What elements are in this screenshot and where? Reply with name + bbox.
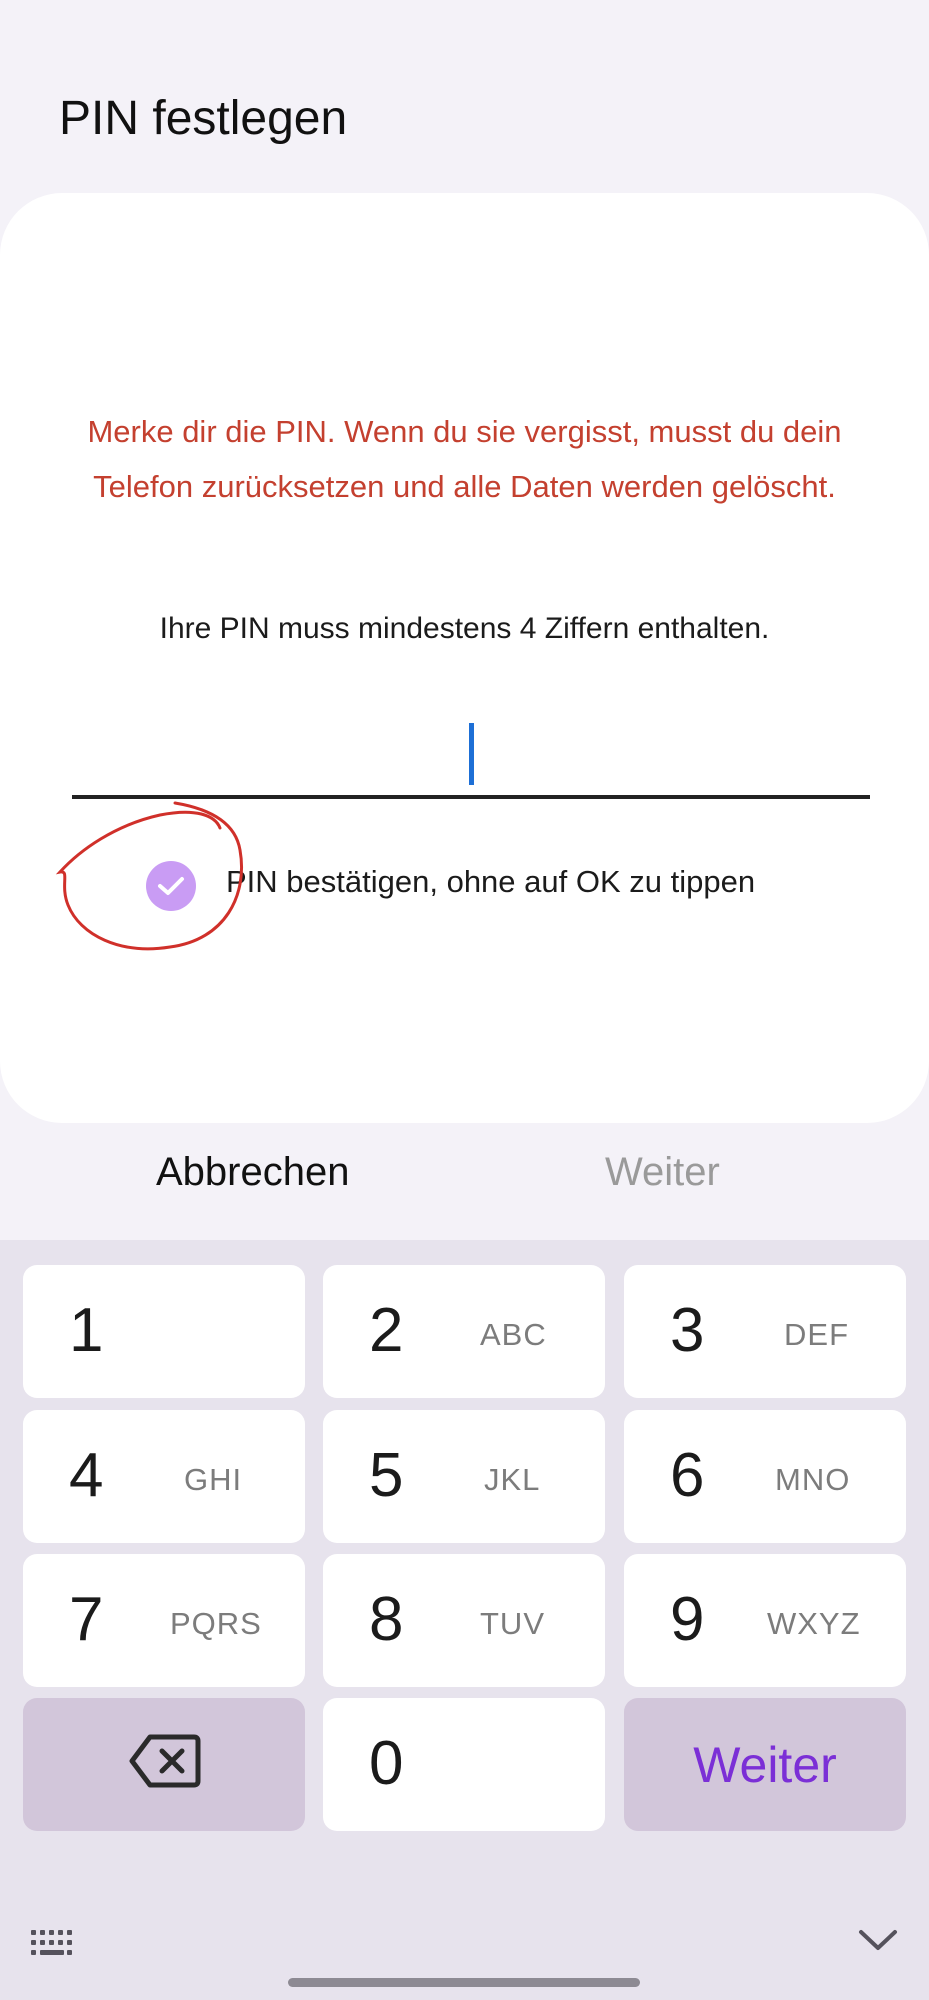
key-6[interactable]: 6 MNO [624,1410,906,1543]
pin-requirement-text: Ihre PIN muss mindestens 4 Ziffern entha… [159,612,770,645]
key-digit: 6 [670,1441,705,1510]
key-4[interactable]: 4 GHI [23,1410,305,1543]
key-letters: JKL [484,1462,541,1497]
warning-text: Merke dir die PIN. Wenn du sie vergisst,… [87,414,842,504]
key-letters: TUV [480,1606,545,1641]
key-digit: 7 [69,1585,104,1654]
key-digit: 4 [69,1441,104,1510]
key-digit: 9 [670,1585,705,1654]
checkmark-icon [158,877,184,895]
key-letters: WXYZ [767,1606,861,1641]
key-digit: 0 [369,1729,404,1798]
pin-input[interactable] [72,700,870,800]
key-5[interactable]: 5 JKL [323,1410,605,1543]
key-digit: 5 [369,1441,404,1510]
text-cursor [469,723,474,785]
home-indicator[interactable] [288,1978,640,1987]
key-1[interactable]: 1 [23,1265,305,1398]
key-8[interactable]: 8 TUV [323,1554,605,1687]
key-0[interactable]: 0 [323,1698,605,1831]
confirm-without-ok-option[interactable]: PIN bestätigen, ohne auf OK zu tippen [140,855,860,917]
keypad-next-key[interactable]: Weiter [624,1698,906,1831]
confirm-checkbox[interactable] [146,861,196,911]
key-digit: 3 [670,1296,705,1365]
key-letters: ABC [480,1317,547,1352]
key-digit: 1 [69,1296,104,1365]
confirm-checkbox-label: PIN bestätigen, ohne auf OK zu tippen [226,864,756,899]
key-letters: GHI [184,1462,243,1497]
key-digit: 2 [369,1296,404,1365]
pin-input-underline [72,795,870,799]
key-2[interactable]: 2 ABC [323,1265,605,1398]
key-letters: MNO [775,1462,851,1497]
next-button[interactable]: Weiter [605,1150,720,1195]
keypad-next-label: Weiter [693,1737,837,1793]
hide-keyboard-chevron-icon[interactable] [858,1928,898,1952]
key-letters: PQRS [170,1606,262,1641]
key-digit: 8 [369,1585,404,1654]
keyboard-switch-icon[interactable] [30,1928,74,1958]
page-title: PIN festlegen [59,92,348,145]
key-9[interactable]: 9 WXYZ [624,1554,906,1687]
key-letters: DEF [784,1317,849,1352]
backspace-icon [129,1734,201,1788]
backspace-key[interactable] [23,1698,305,1831]
key-7[interactable]: 7 PQRS [23,1554,305,1687]
pin-card [0,193,929,1123]
cancel-button[interactable]: Abbrechen [156,1150,349,1195]
key-3[interactable]: 3 DEF [624,1265,906,1398]
